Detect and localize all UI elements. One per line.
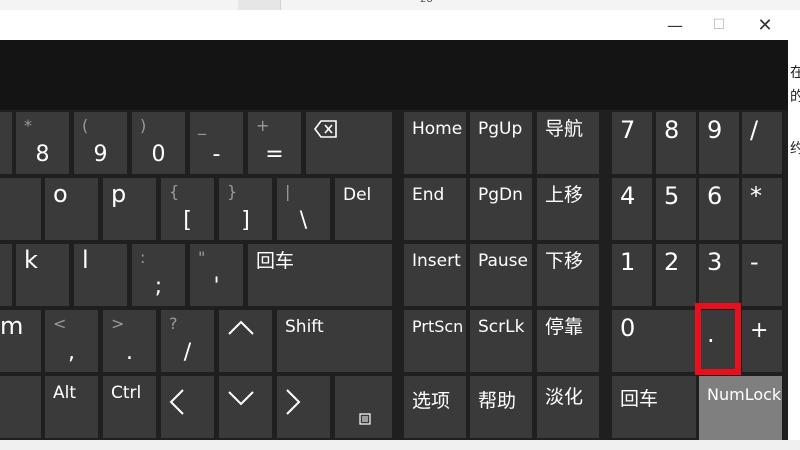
key-8[interactable]: * 8 <box>16 112 69 174</box>
down-arrow-icon <box>227 390 255 410</box>
key-i-partial[interactable] <box>0 178 41 240</box>
left-arrow-key[interactable] <box>161 376 214 438</box>
fade-key[interactable]: 淡化 <box>537 376 599 438</box>
backspace-icon <box>314 120 338 142</box>
maximize-button[interactable]: ☐ <box>696 10 742 40</box>
numpad-2-key[interactable]: 2 <box>656 244 696 306</box>
title-bar: — ☐ ✕ <box>0 10 788 40</box>
prtscn-key[interactable]: PrtScn <box>404 310 466 372</box>
key-period[interactable]: > . <box>103 310 156 372</box>
pause-key[interactable]: Pause <box>470 244 532 306</box>
up-arrow-key[interactable] <box>219 310 272 372</box>
on-screen-keyboard-window: — ☐ ✕ * 8 ( 9 ) 0 _ - + = Home PgUp 导航 7 <box>0 10 788 440</box>
numpad-minus-key[interactable]: - <box>742 244 782 306</box>
numpad-6-key[interactable]: 6 <box>699 178 739 240</box>
close-button[interactable]: ✕ <box>742 10 788 40</box>
numpad-3-key[interactable]: 3 <box>699 244 739 306</box>
highlight-box <box>695 303 741 375</box>
right-arrow-icon <box>285 388 301 420</box>
background-text-char: 的 <box>790 89 800 105</box>
numpad-7-key[interactable]: 7 <box>612 112 652 174</box>
numpad-8-key[interactable]: 8 <box>656 112 696 174</box>
minimize-button[interactable]: — <box>652 10 698 40</box>
background-document-tab <box>238 0 281 10</box>
menu-icon <box>359 410 371 429</box>
del-key[interactable]: Del <box>335 178 392 240</box>
key-j-partial[interactable] <box>0 244 12 306</box>
key-backslash[interactable]: | \ <box>277 178 330 240</box>
key-bracket-right[interactable]: } ] <box>219 178 272 240</box>
insert-key[interactable]: Insert <box>404 244 466 306</box>
pgdn-key[interactable]: PgDn <box>470 178 532 240</box>
key-equal[interactable]: + = <box>248 112 301 174</box>
nav-key[interactable]: 导航 <box>537 112 599 174</box>
key-fn-partial[interactable] <box>0 376 41 438</box>
background-text-char: 约 <box>790 141 800 157</box>
keyboard-header <box>0 40 788 110</box>
numpad-slash-key[interactable]: / <box>742 112 782 174</box>
numpad-star-key[interactable]: * <box>742 178 782 240</box>
background-page-number: 28 <box>420 0 433 5</box>
end-key[interactable]: End <box>404 178 466 240</box>
key-7-partial[interactable] <box>0 112 12 174</box>
key-comma[interactable]: < , <box>45 310 98 372</box>
numpad-5-key[interactable]: 5 <box>656 178 696 240</box>
alt-key[interactable]: Alt <box>45 376 98 438</box>
up-arrow-icon <box>227 320 255 340</box>
key-bracket-left[interactable]: { [ <box>161 178 214 240</box>
move-down-key[interactable]: 下移 <box>537 244 599 306</box>
right-shift-key[interactable]: Shift <box>277 310 392 372</box>
key-0[interactable]: ) 0 <box>132 112 185 174</box>
enter-key[interactable]: 回车 <box>248 244 392 306</box>
numlock-key[interactable]: NumLock <box>699 376 782 440</box>
numpad-9-key[interactable]: 9 <box>699 112 739 174</box>
right-arrow-key[interactable] <box>277 376 330 438</box>
background-text-char: 在 <box>790 65 800 81</box>
background-document-bottom <box>0 440 800 450</box>
ctrl-key[interactable]: Ctrl <box>103 376 156 438</box>
key-minus[interactable]: _ - <box>190 112 243 174</box>
home-key[interactable]: Home <box>404 112 466 174</box>
options-key[interactable]: 选项 <box>404 376 466 438</box>
key-o[interactable]: o <box>45 178 98 240</box>
key-9[interactable]: ( 9 <box>74 112 127 174</box>
move-up-key[interactable]: 上移 <box>537 178 599 240</box>
key-l[interactable]: l <box>74 244 127 306</box>
help-key[interactable]: 帮助 <box>470 376 532 438</box>
pgup-key[interactable]: PgUp <box>470 112 532 174</box>
down-arrow-key[interactable] <box>219 376 272 438</box>
backspace-key[interactable] <box>306 112 392 174</box>
key-semicolon[interactable]: : ; <box>132 244 185 306</box>
key-p[interactable]: p <box>103 178 156 240</box>
numpad-enter-key[interactable]: 回车 <box>612 376 696 438</box>
dock-key[interactable]: 停靠 <box>537 310 599 372</box>
key-k[interactable]: k <box>16 244 69 306</box>
numpad-1-key[interactable]: 1 <box>612 244 652 306</box>
menu-key[interactable] <box>335 376 392 438</box>
key-quote[interactable]: " ' <box>190 244 243 306</box>
key-m[interactable]: m <box>0 310 41 372</box>
numpad-4-key[interactable]: 4 <box>612 178 652 240</box>
numpad-plus-key[interactable]: + <box>742 310 782 372</box>
left-arrow-icon <box>169 388 185 420</box>
scrlk-key[interactable]: ScrLk <box>470 310 532 372</box>
background-document-top <box>0 0 800 10</box>
numpad-0-key[interactable]: 0 <box>612 310 696 372</box>
key-slash[interactable]: ? / <box>161 310 214 372</box>
